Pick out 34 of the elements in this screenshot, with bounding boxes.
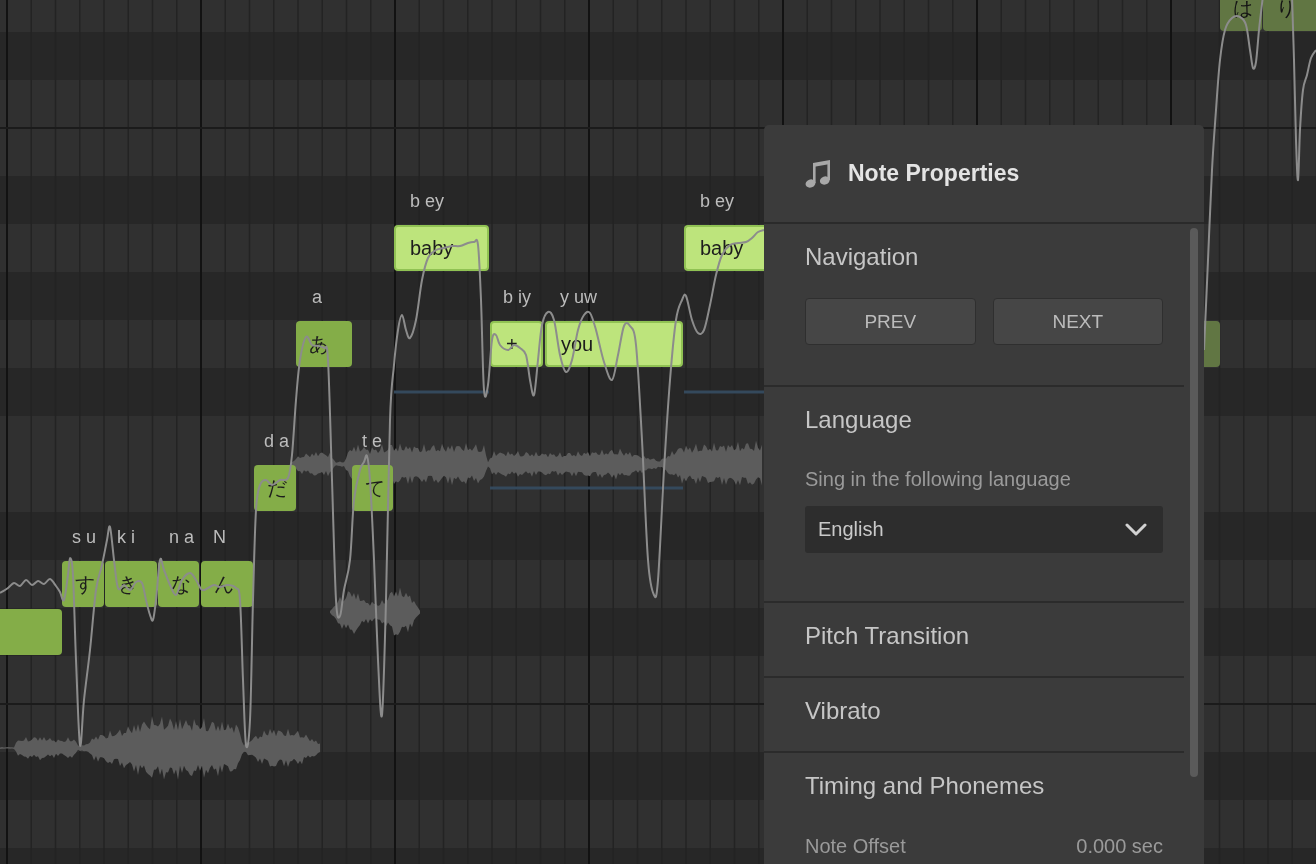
section-header[interactable]: Vibrato [805,697,1163,725]
phoneme-label: d a [264,430,290,452]
nav-button[interactable]: NEXT [992,298,1163,345]
section-header[interactable]: Timing and Phonemes [805,772,1163,800]
note-block[interactable]: you [545,321,683,367]
phoneme-label: y uw [560,286,597,308]
note-block[interactable]: baby [394,225,489,271]
note-block[interactable]: り [1263,0,1316,31]
language-dropdown[interactable]: English [805,506,1163,553]
chevron-down-icon [1125,523,1147,536]
phoneme-label: b ey [410,190,445,212]
scrollbar-thumb[interactable] [1190,228,1198,777]
phoneme-label: b iy [503,286,531,308]
panel-title: Note Properties [848,160,1020,187]
note-block[interactable]: き [105,561,157,607]
phoneme-label: k i [117,526,135,548]
music-note-icon [805,159,830,188]
phoneme-label: N [213,526,226,548]
section-header[interactable]: Language [805,406,1163,434]
note-block[interactable] [0,609,62,655]
phoneme-label: b ey [700,190,735,212]
note-block[interactable] [1204,321,1220,367]
note-block[interactable]: だ [254,465,296,511]
note-block[interactable]: baby [684,225,764,271]
phoneme-label: s u [72,526,96,548]
phoneme-label: a [312,286,322,308]
field-value[interactable]: 0.000 sec [1076,833,1163,859]
phoneme-label: n a [169,526,195,548]
phoneme-label: t e [362,430,382,452]
field-label: Note Offset [805,834,906,859]
section-header[interactable]: Pitch Transition [805,622,1163,650]
field-label: Sing in the following language [805,467,1072,492]
section-header[interactable]: Navigation [805,243,1163,271]
nav-button[interactable]: PREV [805,298,976,345]
